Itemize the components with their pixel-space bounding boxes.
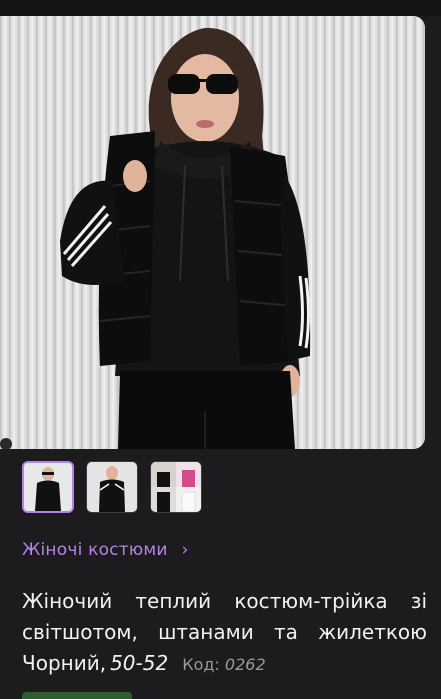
product-code: Код: 0262 <box>182 649 265 680</box>
product-code-label: Код: <box>182 655 220 674</box>
thumbnail-image <box>151 462 201 512</box>
thumbnail-1[interactable] <box>22 461 74 513</box>
product-main-image[interactable] <box>0 16 425 449</box>
thumbnail-image <box>24 463 72 511</box>
thumbnail-2[interactable] <box>86 461 138 513</box>
product-code-value: 0262 <box>224 655 266 674</box>
product-page: Жіночі костюми › Жіночий теплий костюм-т… <box>0 0 441 699</box>
breadcrumb-category[interactable]: Жіночі костюми › <box>22 540 189 560</box>
thumbnail-image <box>87 462 137 512</box>
chevron-right-icon: › <box>181 540 189 560</box>
product-photo <box>0 16 425 449</box>
thumbnail-strip <box>22 461 202 513</box>
category-link[interactable]: Жіночі костюми <box>22 540 168 560</box>
thumbnail-3[interactable] <box>150 461 202 513</box>
product-size: 50-52 <box>110 651 169 675</box>
product-title: Жіночий теплий костюм-трійка зі світшото… <box>22 586 427 680</box>
price-peek <box>22 692 142 699</box>
status-bar <box>0 0 441 16</box>
